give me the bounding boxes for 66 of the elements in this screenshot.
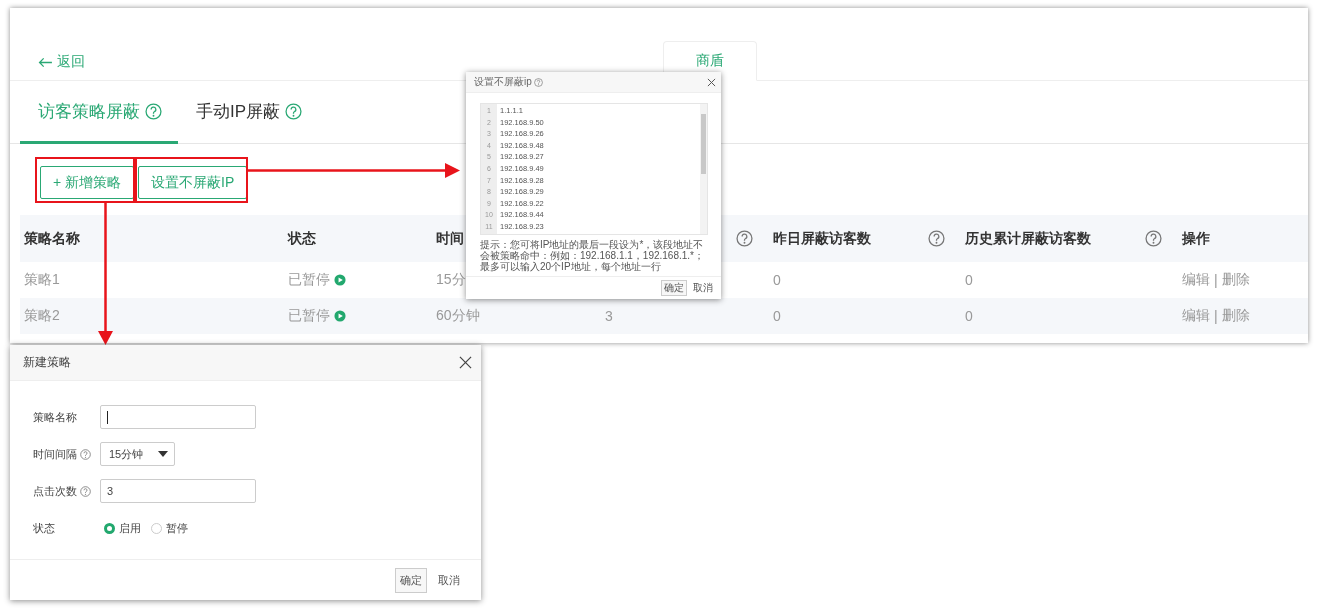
column-header: 昨日屏蔽访客数 (773, 229, 871, 248)
radio-label: 暂停 (166, 520, 188, 536)
field-label: 时间间隔 (33, 446, 77, 462)
delete-link[interactable]: 删除 (1221, 307, 1250, 325)
action-button[interactable]: + 新增策略 (40, 166, 135, 199)
radio-button[interactable] (151, 522, 162, 534)
tab-label: 手动IP屏蔽 (196, 100, 281, 123)
input-field[interactable]: 3 (100, 479, 256, 503)
dialog-button[interactable]: 确定 (661, 280, 687, 296)
dialog-button[interactable]: 确定 (395, 567, 427, 593)
table-cell: 0 (773, 308, 781, 324)
tab[interactable]: 访客策略屏蔽 (20, 81, 178, 144)
column-header: 历史累计屏蔽访客数 (965, 229, 1091, 248)
field-label: 策略名称 (33, 409, 77, 425)
table-cell: 策略1 (24, 271, 60, 289)
table-cell: 0 (965, 272, 973, 288)
column-header: 状态 (288, 229, 316, 248)
select-field[interactable]: 15分钟 (100, 442, 175, 466)
hint-text: 提示：您可将IP地址的最后一段设为*，该段地址不会被策略命中：例如：192.168.1.1，192.168.1.*；最多可以输入20个IP地址，每个地址一行 (480, 239, 705, 272)
separator: | (1214, 308, 1218, 324)
help-icon[interactable] (928, 230, 945, 247)
help-icon[interactable] (1145, 230, 1162, 247)
back-link[interactable]: 返回 (38, 53, 85, 71)
radio-button[interactable] (104, 522, 115, 534)
action-button[interactable]: 设置不屏蔽IP (138, 166, 248, 199)
help-icon[interactable] (285, 102, 303, 120)
field-value: 15分钟 (109, 446, 144, 462)
help-icon[interactable] (80, 448, 91, 460)
play-icon[interactable] (334, 274, 346, 286)
scrollbar[interactable] (700, 104, 707, 234)
table-cell: 60分钟 (436, 307, 480, 325)
back-label: 返回 (57, 53, 85, 71)
help-icon[interactable] (736, 230, 753, 247)
field-value: 3 (107, 485, 114, 497)
close-icon[interactable] (459, 356, 472, 369)
help-icon[interactable] (533, 77, 543, 87)
delete-link[interactable]: 删除 (1221, 271, 1250, 289)
table-cell: 策略2 (24, 307, 60, 325)
input-field[interactable] (100, 405, 256, 429)
column-header: 策略名称 (24, 229, 80, 248)
help-icon[interactable] (145, 102, 162, 120)
field-label: 点击次数 (33, 483, 77, 499)
play-icon[interactable] (334, 310, 346, 322)
dialog-button[interactable]: 取消 (690, 280, 716, 296)
table-cell: 15分 (436, 271, 466, 289)
radio-label: 启用 (119, 520, 141, 536)
column-header: 时间 (436, 229, 464, 248)
dialog-title: 设置不屏蔽ip (474, 75, 532, 89)
table-cell: 3 (605, 308, 613, 324)
back-arrow-icon (38, 56, 53, 68)
field-label: 状态 (33, 520, 55, 536)
status-text: 已暂停 (288, 271, 330, 289)
column-header: 操作 (1182, 229, 1210, 248)
separator: | (1214, 272, 1218, 288)
table-cell: 0 (773, 272, 781, 288)
edit-link[interactable]: 编辑 (1182, 307, 1210, 325)
tab-label: 访客策略屏蔽 (38, 100, 140, 123)
dialog-title: 新建策略 (23, 354, 71, 371)
close-icon[interactable] (707, 77, 716, 87)
tab[interactable]: 手动IP屏蔽 (178, 81, 319, 144)
edit-link[interactable]: 编辑 (1182, 271, 1210, 289)
table-cell: 0 (965, 308, 973, 324)
caret-icon (158, 451, 168, 457)
help-icon[interactable] (80, 485, 91, 497)
text-cursor (107, 410, 108, 424)
status-text: 已暂停 (288, 307, 330, 325)
